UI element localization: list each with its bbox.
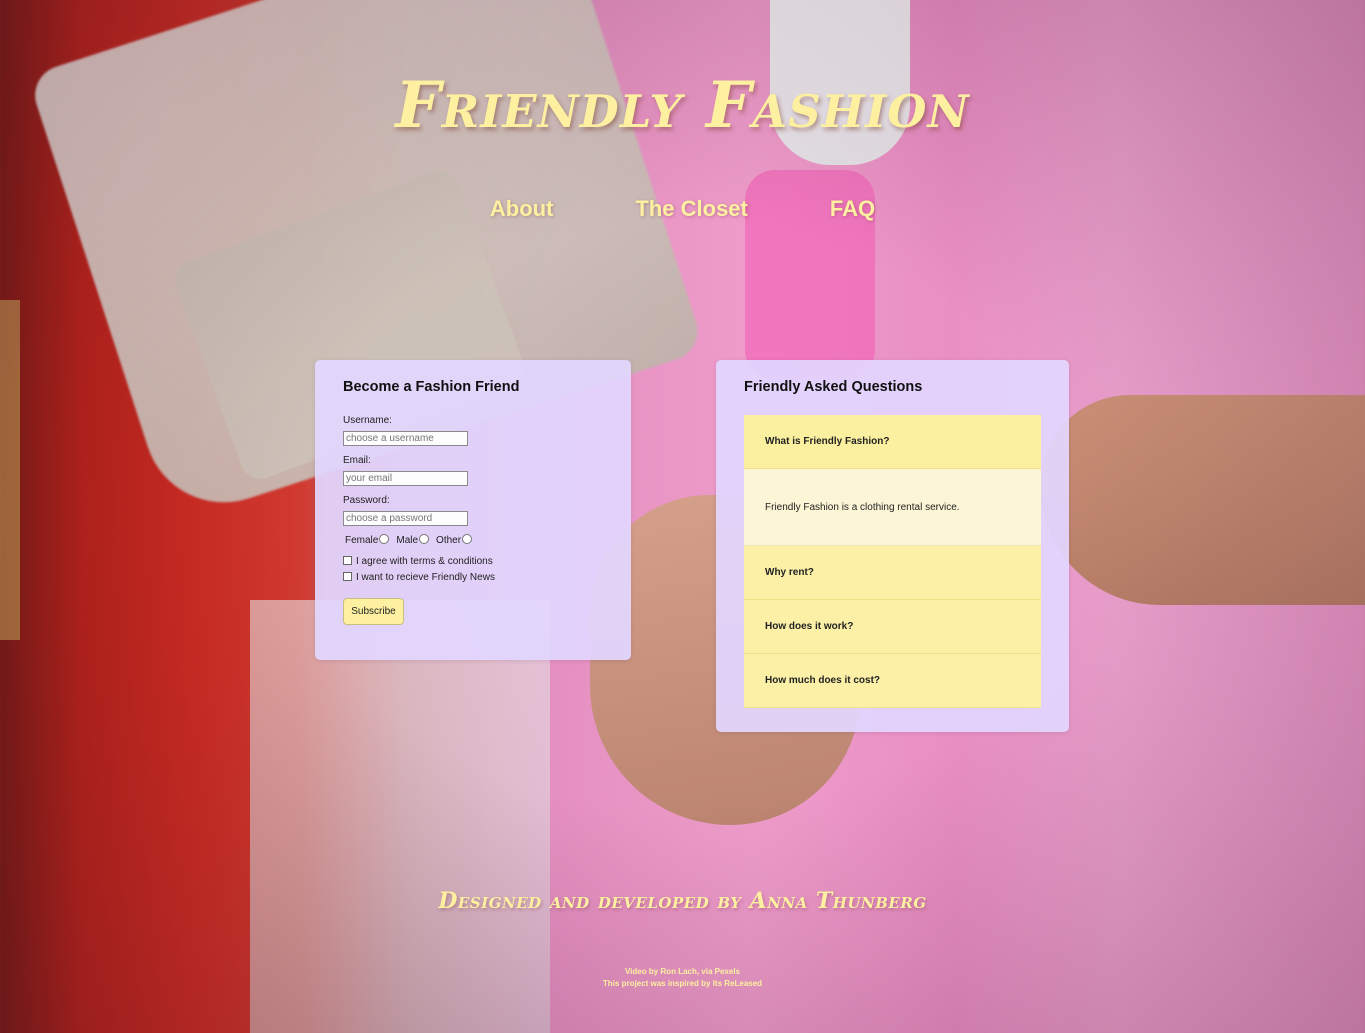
news-label: I want to recieve Friendly News	[356, 572, 495, 583]
faq-list: What is Friendly Fashion? Friendly Fashi…	[744, 415, 1041, 708]
email-label: Email:	[343, 455, 371, 466]
gender-label-other: Other	[436, 535, 462, 546]
footer-credit: Designed and developed by Anna Thunberg	[438, 888, 927, 914]
faq-heading: Friendly Asked Questions	[744, 379, 923, 395]
main-nav: About The Closet FAQ	[0, 196, 1365, 222]
radio-male[interactable]	[419, 533, 430, 544]
gender-option-male[interactable]: Male	[396, 533, 430, 546]
gender-radio-group: Female Male Other	[345, 533, 603, 546]
password-input[interactable]	[343, 511, 468, 526]
subscribe-button[interactable]: Subscribe	[343, 598, 404, 625]
username-label: Username:	[343, 415, 392, 426]
signup-heading: Become a Fashion Friend	[343, 379, 520, 395]
background-video	[0, 0, 1365, 1033]
nav-the-closet[interactable]: The Closet	[635, 196, 747, 222]
email-input[interactable]	[343, 471, 468, 486]
nav-about[interactable]: About	[490, 196, 554, 222]
news-checkbox[interactable]	[343, 572, 352, 581]
radio-female[interactable]	[379, 533, 390, 544]
radio-other[interactable]	[462, 533, 473, 544]
news-checkbox-row[interactable]: I want to recieve Friendly News	[343, 572, 603, 583]
gender-label-male: Male	[396, 535, 419, 546]
gender-label-female: Female	[345, 535, 379, 546]
faq-question[interactable]: How does it work?	[744, 600, 1041, 654]
nav-faq[interactable]: FAQ	[830, 196, 875, 222]
faq-question[interactable]: What is Friendly Fashion?	[744, 415, 1041, 469]
terms-checkbox[interactable]	[343, 556, 352, 565]
terms-checkbox-row[interactable]: I agree with terms & conditions	[343, 556, 603, 567]
faq-answer: Friendly Fashion is a clothing rental se…	[744, 469, 1041, 546]
video-credit: Video by Ron Lach, via Pexels	[624, 967, 740, 976]
inspiration-credit: This project was inspired by Its ReLease…	[602, 979, 763, 988]
username-input[interactable]	[343, 431, 468, 446]
faq-question[interactable]: How much does it cost?	[744, 654, 1041, 708]
gender-option-female[interactable]: Female	[345, 533, 390, 546]
gender-option-other[interactable]: Other	[436, 533, 473, 546]
faq-question[interactable]: Why rent?	[744, 546, 1041, 600]
password-label: Password:	[343, 495, 390, 506]
signup-card: Become a Fashion Friend Username: Email:…	[315, 360, 631, 660]
footer-attribution: Video by Ron Lach, via Pexels This proje…	[0, 966, 1365, 990]
faq-card: Friendly Asked Questions What is Friendl…	[716, 360, 1069, 732]
site-title: Friendly Fashion	[395, 68, 970, 143]
terms-label: I agree with terms & conditions	[356, 556, 493, 567]
